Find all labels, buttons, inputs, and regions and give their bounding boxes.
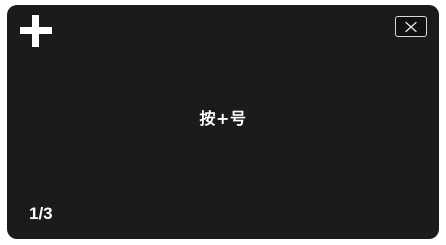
close-button[interactable] (395, 16, 427, 37)
close-icon (404, 21, 418, 33)
help-screen: 按+号 1/3 (7, 5, 439, 239)
page-indicator: 1/3 (29, 204, 53, 223)
plus-icon (20, 15, 52, 47)
instruction-text: 按+号 (199, 109, 247, 128)
